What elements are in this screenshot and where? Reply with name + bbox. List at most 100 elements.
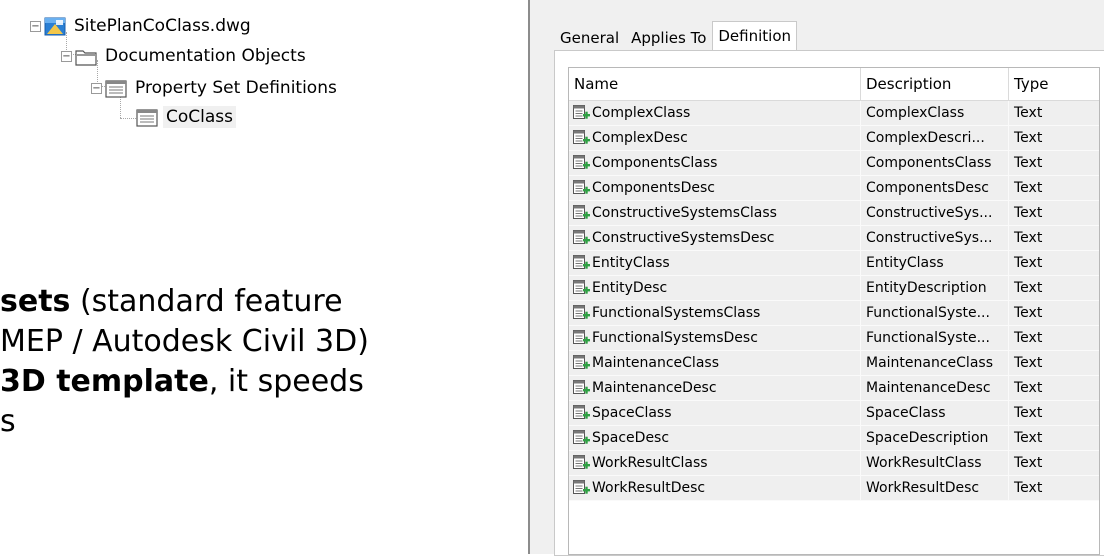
definition-panel: Name Description Type ComplexClass Comple… [554,50,1104,556]
table-row[interactable]: ComponentsClass ComponentsClass Text [569,151,1099,176]
cell-description: SpaceClass [861,401,1009,425]
property-name: ComplexDesc [592,130,688,146]
cell-type: Text [1014,130,1043,146]
slide-line-2: MEP / Autodesk Civil 3D) [0,324,369,359]
property-name: EntityClass [592,255,670,271]
cell-description: ComponentsDesc [861,176,1009,200]
cell-name: MaintenanceDesc [569,376,861,400]
tab-applies-to[interactable]: Applies To [625,24,712,51]
slide-line-3: 3D template, it speeds [0,362,369,402]
property-name: ConstructiveSystemsClass [592,205,777,221]
cell-name: ConstructiveSystemsClass [569,201,861,225]
table-row[interactable]: WorkResultDesc WorkResultDesc Text [569,476,1099,501]
property-add-icon [573,355,590,371]
properties-grid: Name Description Type ComplexClass Comple… [568,67,1100,555]
property-set-icon [136,108,158,127]
property-name: FunctionalSystemsClass [592,305,761,321]
cell-type: Text [1014,105,1043,121]
table-row[interactable]: EntityClass EntityClass Text [569,251,1099,276]
tab-definition[interactable]: Definition [712,21,798,52]
cell-type: Text [1014,380,1043,396]
cell-description: MaintenanceDesc [861,376,1009,400]
property-name: ComponentsDesc [592,180,715,196]
slide-line-3-rest: , it speeds [208,364,364,399]
property-add-icon [573,380,590,396]
cell-type: Text [1014,180,1043,196]
property-name: WorkResultClass [592,455,708,471]
column-header-name[interactable]: Name [569,68,861,100]
property-name: EntityDesc [592,280,668,296]
collapse-toggle[interactable]: − [30,20,41,32]
table-row[interactable]: MaintenanceClass MaintenanceClass Text [569,351,1099,376]
table-row[interactable]: SpaceClass SpaceClass Text [569,401,1099,426]
cell-type: Text [1014,430,1043,446]
table-row[interactable]: ConstructiveSystemsClass ConstructiveSys.… [569,201,1099,226]
cell-description: ConstructiveSys... [861,201,1009,225]
property-name: WorkResultDesc [592,480,706,496]
table-row[interactable]: WorkResultClass WorkResultClass Text [569,451,1099,476]
tab-general[interactable]: General [554,24,625,51]
cell-description: EntityClass [861,251,1009,275]
tree-label-property-set-definitions: Property Set Definitions [135,78,337,98]
cell-description: ConstructiveSys... [861,226,1009,250]
property-name: ConstructiveSystemsDesc [592,230,775,246]
folder-icon [75,47,97,66]
collapse-toggle[interactable]: − [61,50,72,62]
property-add-icon [573,205,590,221]
cell-description: WorkResultClass [861,451,1009,475]
table-row[interactable]: MaintenanceDesc MaintenanceDesc Text [569,376,1099,401]
cell-type: Text [1014,355,1043,371]
cell-description: ComplexDescri... [861,126,1009,150]
table-row[interactable]: EntityDesc EntityDescription Text [569,276,1099,301]
cell-type: Text [1014,255,1043,271]
property-name: ComplexClass [592,105,691,121]
property-add-icon [573,255,590,271]
collapse-toggle[interactable]: − [91,82,102,94]
property-set-icon [105,79,127,98]
property-name: FunctionalSystemsDesc [592,330,758,346]
slide-line-1: sets (standard feature [0,282,369,322]
tree-node-documentation-objects[interactable]: − Documentation Objects [61,44,309,68]
table-row[interactable]: FunctionalSystemsClass FunctionalSyste...… [569,301,1099,326]
table-row[interactable]: ConstructiveSystemsDesc ConstructiveSys..… [569,226,1099,251]
cell-description: ComplexClass [861,101,1009,125]
table-row[interactable]: FunctionalSystemsDesc FunctionalSyste... T… [569,326,1099,351]
slide-line-1-bold: sets [0,284,71,319]
table-row[interactable]: ComplexClass ComplexClass Text [569,101,1099,126]
property-name: SpaceClass [592,405,672,421]
grid-rows: ComplexClass ComplexClass Text ComplexDesc C… [569,101,1099,501]
property-add-icon [573,405,590,421]
cell-name: ConstructiveSystemsDesc [569,226,861,250]
property-name: ComponentsClass [592,155,718,171]
property-add-icon [573,155,590,171]
cell-type: Text [1014,330,1043,346]
cell-type: Text [1014,205,1043,221]
property-add-icon [573,130,590,146]
grid-header: Name Description Type [569,68,1099,101]
cell-description: FunctionalSyste... [861,301,1009,325]
slide-body-text: sets (standard feature MEP / Autodesk Ci… [0,282,369,442]
property-name: SpaceDesc [592,430,670,446]
tab-strip: General Applies To Definition [554,20,798,52]
table-row[interactable]: ComplexDesc ComplexDescri... Text [569,126,1099,151]
table-row[interactable]: ComponentsDesc ComponentsDesc Text [569,176,1099,201]
slide-line-4: s [0,404,16,439]
cell-description: EntityDescription [861,276,1009,300]
cell-name: ComplexDesc [569,126,861,150]
tree-node-drawing[interactable]: − SitePlanCoClass.dwg [30,14,254,38]
slide-line-1-rest: (standard feature [70,284,343,319]
property-add-icon [573,305,590,321]
tree-node-property-set-definitions[interactable]: − Property Set Definitions [91,76,340,100]
cell-name: WorkResultClass [569,451,861,475]
property-name: MaintenanceDesc [592,380,717,396]
column-header-description[interactable]: Description [861,68,1009,100]
cell-name: EntityDesc [569,276,861,300]
cell-name: MaintenanceClass [569,351,861,375]
column-header-type[interactable]: Type [1009,68,1099,100]
table-row[interactable]: SpaceDesc SpaceDescription Text [569,426,1099,451]
tree-node-coclass[interactable]: CoClass [136,105,236,129]
property-set-dialog: General Applies To Definition Name Descr… [530,0,1104,556]
cell-description: FunctionalSyste... [861,326,1009,350]
cell-name: FunctionalSystemsDesc [569,326,861,350]
cell-name: WorkResultDesc [569,476,861,500]
